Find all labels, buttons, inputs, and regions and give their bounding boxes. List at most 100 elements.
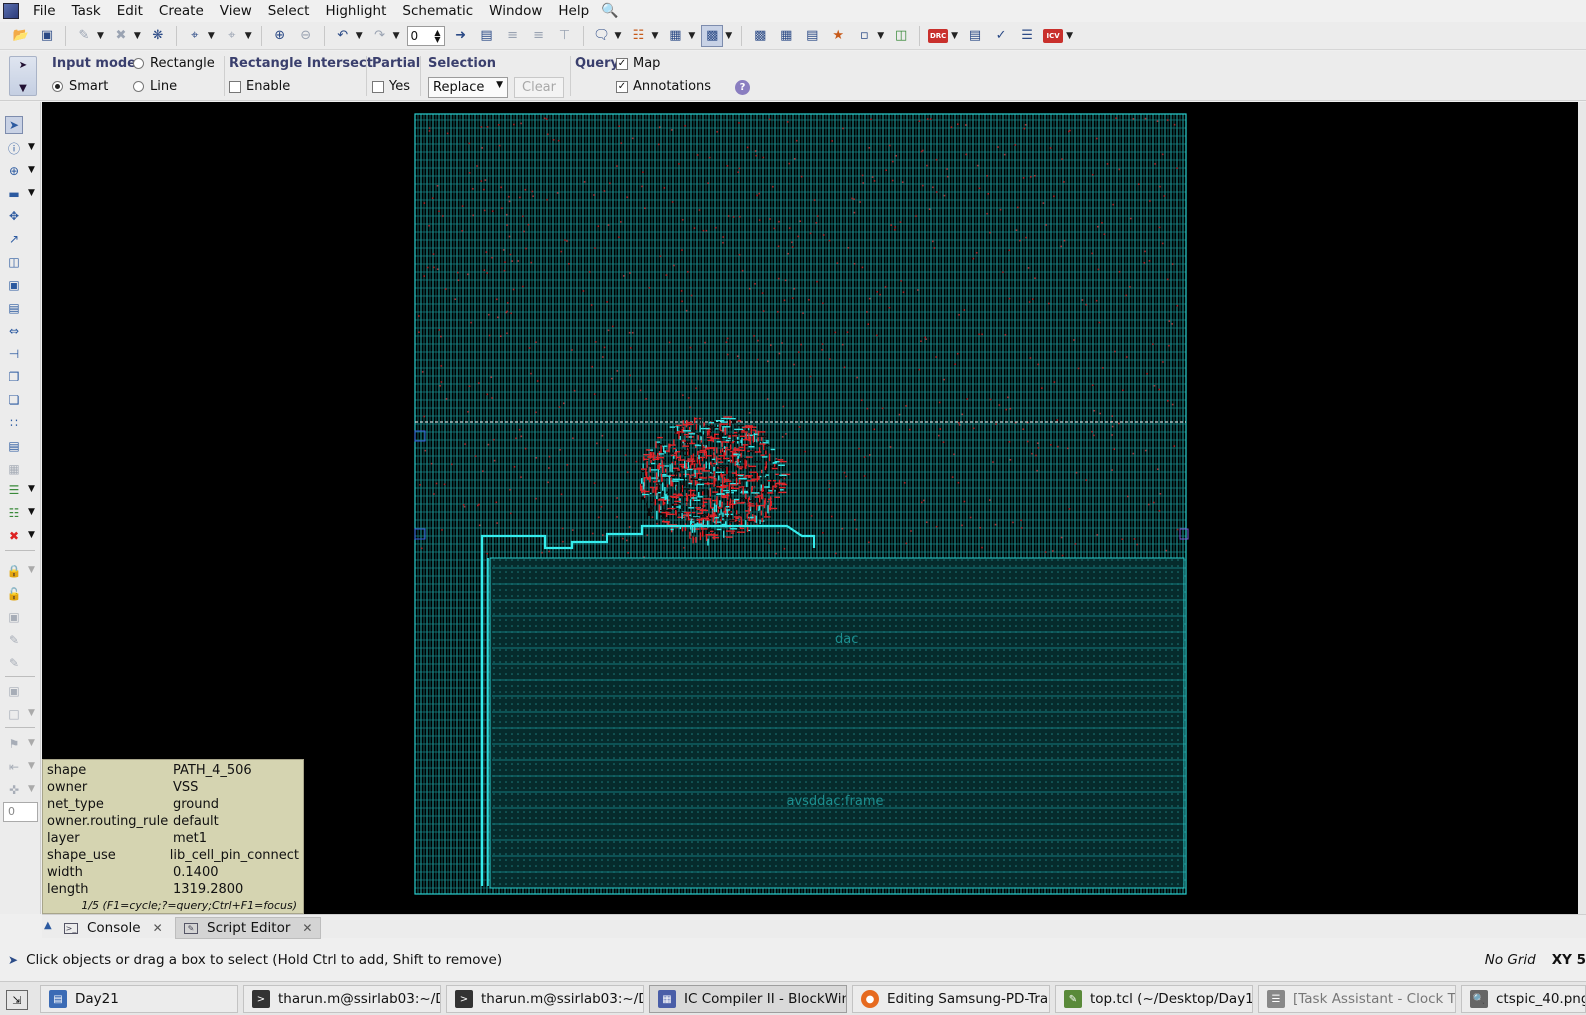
- search-icon[interactable]: 🔍: [601, 3, 618, 19]
- edit-pen-alt-icon[interactable]: ✎: [5, 654, 23, 672]
- info-icon[interactable]: ⓘ: [5, 139, 23, 157]
- comment-icon[interactable]: 🗨: [591, 25, 613, 47]
- property-editor-icon[interactable]: ▤: [476, 25, 498, 47]
- checklist-icon[interactable]: ✓: [990, 25, 1012, 47]
- copy-icon[interactable]: ❐: [5, 368, 23, 386]
- ruler-icon[interactable]: ▬: [5, 185, 23, 203]
- show-desktop-icon[interactable]: ⇲: [6, 990, 28, 1010]
- chevron-down-icon[interactable]: ▼: [356, 31, 363, 41]
- zoom-region-icon[interactable]: ▣: [5, 682, 23, 700]
- task-terminal-1[interactable]: > tharun.m@ssirlab03:~/De...: [243, 985, 441, 1013]
- dac-macro-fill[interactable]: [490, 558, 1184, 888]
- chevron-down-icon[interactable]: ▼: [28, 530, 35, 540]
- unlock-icon[interactable]: 🔓: [5, 585, 23, 603]
- task-icc2[interactable]: ▦ IC Compiler II - BlockWin...: [649, 985, 847, 1013]
- input-mode-smart[interactable]: Smart: [52, 79, 108, 94]
- delete-x-icon[interactable]: ✖: [5, 527, 23, 545]
- undo-icon[interactable]: ↶: [332, 25, 354, 47]
- chevron-down-icon[interactable]: ▼: [97, 31, 104, 41]
- flag-icon[interactable]: ⚑: [5, 735, 23, 753]
- input-mode-rectangle[interactable]: Rectangle: [133, 56, 215, 71]
- align-icon[interactable]: ▤: [5, 299, 23, 317]
- align-left-icon[interactable]: ⇤: [5, 758, 23, 776]
- bus-icon[interactable]: ☰: [5, 481, 23, 499]
- chart-icon[interactable]: ▤: [801, 25, 823, 47]
- task-image-viewer[interactable]: 🔍 ctspic_40.png: [1461, 985, 1586, 1013]
- zoom-out-icon[interactable]: ⊖: [295, 25, 317, 47]
- chevron-down-icon[interactable]: ▼: [208, 31, 215, 41]
- chevron-down-icon[interactable]: ▼: [28, 484, 35, 494]
- group-icon[interactable]: ∷: [5, 414, 23, 432]
- chevron-down-icon[interactable]: ▼: [28, 565, 35, 575]
- drc-icon[interactable]: DRC: [927, 25, 949, 47]
- split-icon[interactable]: ◫: [5, 253, 23, 271]
- chevron-down-icon[interactable]: ▼: [28, 188, 35, 198]
- hierarchy-icon[interactable]: ☷: [627, 25, 649, 47]
- canvas-scrollbar[interactable]: [1578, 102, 1586, 914]
- congestion-icon[interactable]: ★: [827, 25, 849, 47]
- array-icon[interactable]: ☷: [5, 504, 23, 522]
- align-top-icon[interactable]: ⊤: [554, 25, 576, 47]
- menu-window[interactable]: Window: [481, 0, 550, 22]
- map-checkbox[interactable]: ✓: [616, 57, 628, 70]
- pencil-icon[interactable]: ✎: [73, 25, 95, 47]
- redo-icon[interactable]: ↷: [369, 25, 391, 47]
- drc-summary-icon[interactable]: ▤: [964, 25, 986, 47]
- select-tool-icon[interactable]: ➤ ▼: [9, 56, 37, 96]
- menu-edit[interactable]: Edit: [109, 0, 151, 22]
- map-mode-icon[interactable]: ▩: [701, 24, 724, 47]
- close-icon[interactable]: ✕: [302, 921, 312, 935]
- highlight-net-icon[interactable]: ❋: [147, 25, 169, 47]
- input-mode-line[interactable]: Line: [133, 79, 177, 94]
- align-center-icon[interactable]: ≡: [502, 25, 524, 47]
- chevron-down-icon[interactable]: ▼: [28, 165, 35, 175]
- tab-console[interactable]: >_ Console ✕: [56, 917, 171, 939]
- task-day21[interactable]: ▤ Day21: [40, 985, 238, 1013]
- crosshair-icon[interactable]: ✜: [5, 781, 23, 799]
- compare-icon[interactable]: ◫: [890, 25, 912, 47]
- menu-schematic[interactable]: Schematic: [394, 0, 481, 22]
- rectangle-icon[interactable]: ▣: [5, 276, 23, 294]
- enable-checkbox[interactable]: [229, 80, 241, 93]
- tab-script-editor[interactable]: ✎ Script Editor ✕: [175, 917, 322, 939]
- menu-task[interactable]: Task: [64, 0, 109, 22]
- cell-icon[interactable]: ▩: [749, 25, 771, 47]
- edit-pen-icon[interactable]: ✎: [5, 631, 23, 649]
- zoom-fit-icon[interactable]: ⌖: [184, 25, 206, 47]
- floorplan-icon[interactable]: ▦: [775, 25, 797, 47]
- chevron-down-icon[interactable]: ▼: [28, 784, 35, 794]
- partial-yes[interactable]: Yes: [372, 79, 410, 94]
- timing-icon[interactable]: ▫: [853, 25, 875, 47]
- zoom-in-icon[interactable]: ⊕: [269, 25, 291, 47]
- chevron-down-icon[interactable]: ▼: [688, 31, 695, 41]
- chevron-down-icon[interactable]: ▼: [1066, 31, 1073, 41]
- chevron-down-icon[interactable]: ▼: [951, 31, 958, 41]
- expand-panel-icon[interactable]: ▲: [44, 920, 52, 931]
- clear-button[interactable]: Clear: [514, 77, 564, 98]
- select-pointer-icon[interactable]: ➤: [5, 116, 23, 134]
- chevron-down-icon[interactable]: ▼: [28, 507, 35, 517]
- chevron-down-icon[interactable]: ▼: [245, 31, 252, 41]
- task-task-assistant[interactable]: ☰ [Task Assistant - Clock T...: [1258, 985, 1456, 1013]
- icv-icon[interactable]: ICV: [1042, 25, 1064, 47]
- query-annotations[interactable]: ✓ Annotations: [616, 79, 711, 94]
- menu-file[interactable]: File: [25, 0, 64, 22]
- box-icon[interactable]: □: [5, 705, 23, 723]
- align-middle-icon[interactable]: ≡: [528, 25, 550, 47]
- zoom-icon[interactable]: ⊕: [5, 162, 23, 180]
- close-icon[interactable]: ✕: [153, 921, 163, 935]
- task-terminal-2[interactable]: > tharun.m@ssirlab03:~/De...: [446, 985, 644, 1013]
- chevron-down-icon[interactable]: ▼: [28, 738, 35, 748]
- question-icon[interactable]: ?: [735, 80, 750, 95]
- layout-view-icon[interactable]: ▦: [664, 25, 686, 47]
- radio-smart[interactable]: [52, 81, 63, 92]
- distribute-icon[interactable]: ▤: [5, 437, 23, 455]
- menu-help[interactable]: Help: [550, 0, 597, 22]
- stretch-icon[interactable]: ↗: [5, 230, 23, 248]
- chevron-down-icon[interactable]: ▼: [28, 708, 35, 718]
- rect-intersect-enable[interactable]: Enable: [229, 79, 290, 94]
- delete-icon[interactable]: ✖: [110, 25, 132, 47]
- grid-cell-icon[interactable]: ▦: [5, 460, 23, 478]
- chevron-down-icon[interactable]: ▼: [28, 761, 35, 771]
- zoom-select-icon[interactable]: ⌖: [221, 25, 243, 47]
